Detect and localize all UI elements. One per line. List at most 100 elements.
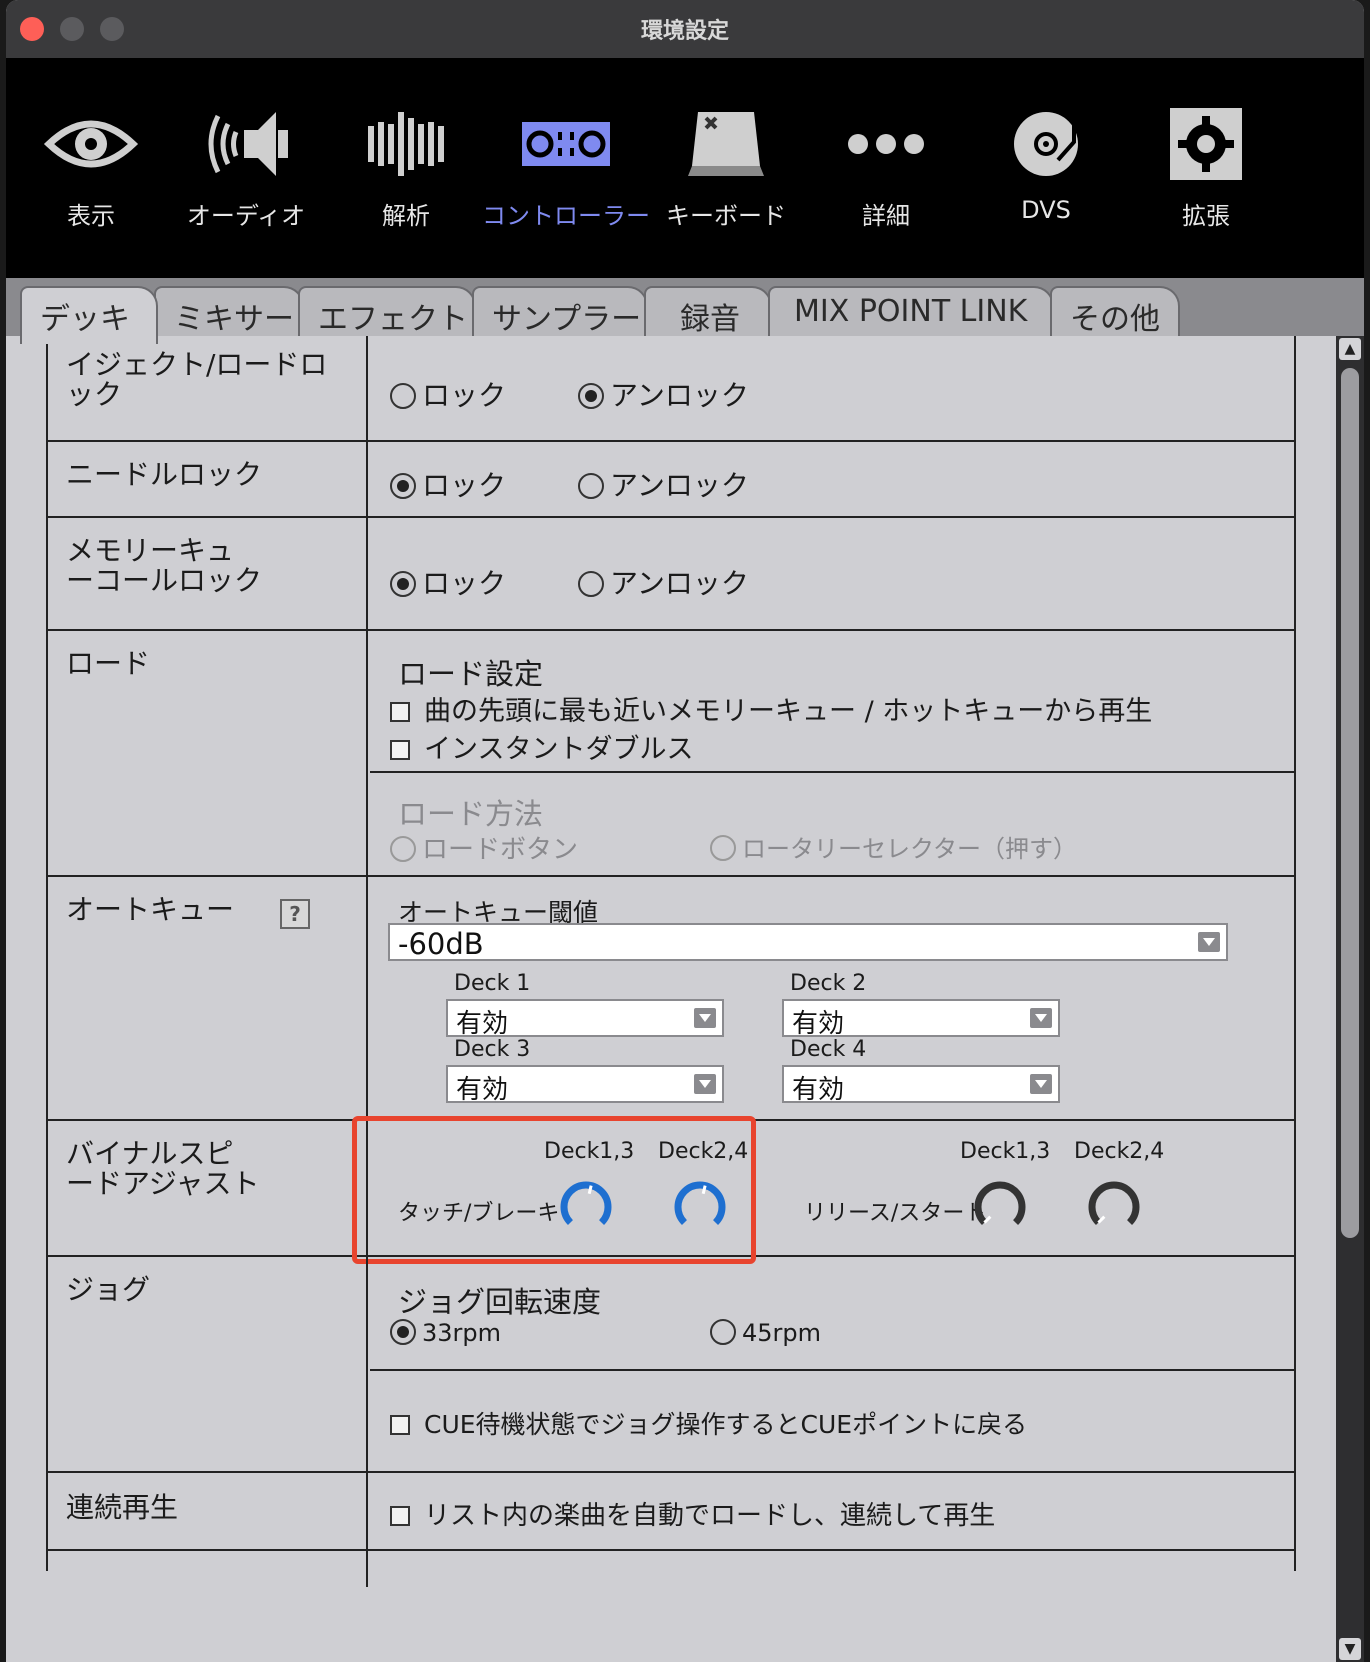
controller-icon bbox=[522, 122, 610, 166]
radio-label: ロック bbox=[422, 379, 507, 412]
tab-recording[interactable]: 録音 bbox=[644, 286, 772, 340]
radio-needle-unlock[interactable]: アンロック bbox=[578, 464, 749, 504]
deck2-label: Deck 2 bbox=[790, 971, 867, 996]
radio-label: ロック bbox=[422, 469, 507, 502]
deck2-auto-cue-select[interactable]: 有効 bbox=[782, 999, 1060, 1039]
radio-rotary-selector[interactable]: ロータリーセレクター（押す） bbox=[710, 829, 1077, 864]
toolbar-item-extensions[interactable]: 拡張 bbox=[1121, 58, 1291, 278]
chevron-down-icon bbox=[1030, 1008, 1052, 1028]
settings-tabs: デッキ ミキサー エフェクト サンプラー 録音 MIX POINT LINK そ… bbox=[6, 278, 1364, 344]
eye-icon bbox=[43, 120, 139, 168]
toolbar-label-controller: コントローラー bbox=[482, 202, 650, 230]
deck4-auto-cue-select[interactable]: 有効 bbox=[782, 1065, 1060, 1105]
waveform-bars-icon bbox=[368, 112, 444, 176]
toolbar-item-audio[interactable]: オーディオ bbox=[161, 58, 331, 278]
setting-row-needle-lock: ニードルロック ロック アンロック bbox=[46, 442, 1296, 518]
help-icon[interactable]: ? bbox=[280, 899, 310, 929]
row-label: イジェクト/ロードロック bbox=[48, 336, 368, 440]
select-value: 有効 bbox=[792, 1075, 845, 1105]
radio-circle bbox=[710, 835, 736, 861]
radio-45rpm[interactable]: 45rpm bbox=[710, 1319, 821, 1347]
toolbar-label-audio: オーディオ bbox=[186, 202, 306, 230]
checkbox-label: インスタントダブルス bbox=[424, 734, 694, 765]
jog-cue-group: CUE待機状態でジョグ操作するとCUEポイントに戻る bbox=[370, 1369, 1294, 1471]
deck3-auto-cue-select[interactable]: 有効 bbox=[446, 1065, 724, 1105]
checkbox-continuous-play[interactable]: リスト内の楽曲を自動でロードし、連続して再生 bbox=[390, 1495, 995, 1532]
checkbox-instant-doubles[interactable]: インスタントダブルス bbox=[390, 727, 693, 766]
label-line: ーコールロック bbox=[66, 564, 263, 597]
label-line: メモリーキュ bbox=[66, 534, 235, 567]
tab-sampler[interactable]: サンプラー bbox=[472, 286, 648, 340]
select-value: 有効 bbox=[456, 1075, 509, 1105]
row-label: オートキュー ? bbox=[48, 877, 368, 1119]
release-start-deck24-knob[interactable] bbox=[1084, 1177, 1144, 1237]
tab-other[interactable]: その他 bbox=[1050, 286, 1180, 340]
row-value: リスト内の楽曲を自動でロードし、連続して再生 bbox=[370, 1473, 1294, 1549]
scroll-down-arrow-icon[interactable]: ▼ bbox=[1339, 1638, 1361, 1660]
tab-effect[interactable]: エフェクト bbox=[298, 286, 476, 340]
window-title: 環境設定 bbox=[640, 19, 729, 44]
checkbox-box bbox=[390, 1506, 410, 1526]
select-value: -60dB bbox=[398, 927, 484, 961]
chevron-down-icon bbox=[1030, 1074, 1052, 1094]
radio-circle-selected bbox=[578, 383, 604, 409]
setting-row-load: ロード ロード設定 曲の先頭に最も近いメモリーキュー / ホットキューから再生 … bbox=[46, 631, 1296, 877]
scroll-up-arrow-icon[interactable]: ▲ bbox=[1339, 338, 1361, 360]
toolbar-item-advanced[interactable]: 詳細 bbox=[801, 58, 971, 278]
toolbar-label-analysis: 解析 bbox=[382, 202, 430, 230]
row-label: 連続再生 bbox=[48, 1473, 368, 1549]
row-label: メモリーキュ ーコールロック bbox=[48, 518, 368, 629]
chevron-down-icon bbox=[694, 1008, 716, 1028]
checkbox-box bbox=[390, 740, 410, 760]
toolbar-item-keyboard[interactable]: キーボード bbox=[641, 58, 811, 278]
load-settings-heading: ロード設定 bbox=[398, 657, 544, 691]
vertical-scrollbar[interactable]: ▲ ▼ bbox=[1336, 336, 1364, 1662]
toolbar-label-keyboard: キーボード bbox=[666, 202, 786, 230]
radio-circle bbox=[578, 571, 604, 597]
toolbar-label-advanced: 詳細 bbox=[862, 202, 910, 230]
checkbox-label: CUE待機状態でジョグ操作するとCUEポイントに戻る bbox=[424, 1410, 1028, 1439]
setting-row-auto-cue: オートキュー ? オートキュー閾値 -60dB Deck 1 有効 Deck 2… bbox=[46, 877, 1296, 1121]
checkbox-label: 曲の先頭に最も近いメモリーキュー / ホットキューから再生 bbox=[424, 696, 1153, 727]
radio-circle-selected bbox=[390, 1319, 416, 1345]
scrollbar-thumb[interactable] bbox=[1341, 368, 1359, 1238]
tab-mix-point-link[interactable]: MIX POINT LINK bbox=[768, 286, 1054, 340]
release-start-deck13-knob[interactable] bbox=[970, 1177, 1030, 1237]
row-value: ロック アンロック bbox=[370, 518, 1294, 629]
row-label: ロード bbox=[48, 631, 368, 875]
chevron-down-icon bbox=[1198, 932, 1220, 952]
radio-load-button[interactable]: ロードボタン bbox=[390, 829, 578, 866]
knob-pointer bbox=[1097, 1215, 1106, 1224]
radio-eject-lock[interactable]: ロック bbox=[390, 374, 506, 414]
toolbar-item-controller[interactable]: コントローラー bbox=[481, 58, 651, 278]
row-label: ジョグ bbox=[48, 1257, 368, 1471]
tab-deck[interactable]: デッキ bbox=[20, 286, 158, 344]
select-value: 有効 bbox=[792, 1009, 845, 1039]
deck4-label: Deck 4 bbox=[790, 1037, 867, 1062]
toolbar-item-analysis[interactable]: 解析 bbox=[321, 58, 491, 278]
tab-mixer[interactable]: ミキサー bbox=[154, 286, 304, 340]
settings-content: イジェクト/ロードロック ロック アンロック ニードルロック ロック アンロック… bbox=[6, 336, 1336, 1662]
radio-circle bbox=[390, 383, 416, 409]
row-value: ロック アンロック bbox=[370, 442, 1294, 516]
radio-eject-unlock[interactable]: アンロック bbox=[578, 374, 749, 414]
radio-33rpm[interactable]: 33rpm bbox=[390, 1319, 501, 1347]
row-value: オートキュー閾値 -60dB Deck 1 有効 Deck 2 有効 Deck … bbox=[370, 877, 1294, 1119]
auto-cue-threshold-select[interactable]: -60dB bbox=[388, 923, 1228, 961]
radio-label: アンロック bbox=[610, 567, 749, 600]
radio-memory-cue-unlock[interactable]: アンロック bbox=[578, 562, 749, 602]
setting-row-jog: ジョグ ジョグ回転速度 33rpm 45rpm CUE待機状態でジョグ操作すると… bbox=[46, 1257, 1296, 1473]
checkbox-jog-return-to-cue[interactable]: CUE待機状態でジョグ操作するとCUEポイントに戻る bbox=[390, 1405, 1027, 1441]
label-line: ードアジャスト bbox=[66, 1167, 260, 1200]
row-label: ニードルロック bbox=[48, 442, 368, 516]
row-value: ロード設定 曲の先頭に最も近いメモリーキュー / ホットキューから再生 インスタ… bbox=[370, 631, 1294, 875]
deck1-auto-cue-select[interactable]: 有効 bbox=[446, 999, 724, 1039]
toolbar-item-dvs[interactable]: DVS bbox=[961, 58, 1131, 278]
radio-needle-lock[interactable]: ロック bbox=[390, 464, 506, 504]
toolbar-item-display[interactable]: 表示 bbox=[6, 58, 176, 278]
setting-row-memory-cue-lock: メモリーキュ ーコールロック ロック アンロック bbox=[46, 518, 1296, 631]
radio-memory-cue-lock[interactable]: ロック bbox=[390, 562, 506, 602]
chevron-down-icon bbox=[694, 1074, 716, 1094]
select-value: 有効 bbox=[456, 1009, 509, 1039]
checkbox-play-from-nearest-cue[interactable]: 曲の先頭に最も近いメモリーキュー / ホットキューから再生 bbox=[390, 689, 1152, 728]
